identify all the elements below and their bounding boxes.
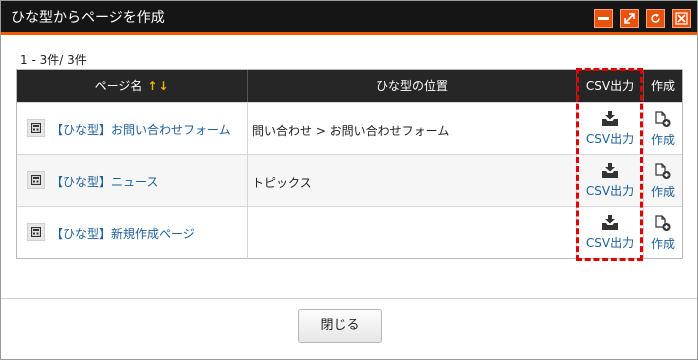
column-header-name[interactable]: ページ名 ↑↓ — [17, 70, 248, 102]
new-page-icon — [655, 215, 671, 231]
maximize-icon — [624, 13, 635, 24]
csv-export-button[interactable]: CSV出力 — [577, 111, 643, 147]
create-page-button[interactable]: 作成 — [644, 215, 682, 252]
csv-export-label: CSV出力 — [585, 132, 635, 146]
table-row: 【ひな型】お問い合わせフォーム 問い合わせ > お問い合わせフォーム CSV出力… — [17, 102, 682, 155]
dialog-title: ひな型からページを作成 — [11, 10, 165, 26]
template-location: トピックス — [252, 176, 312, 190]
dialog-titlebar: ひな型からページを作成 — [1, 1, 697, 35]
table-header: ページ名 ↑↓ ひな型の位置 CSV出力 作成 — [17, 70, 682, 102]
csv-export-label: CSV出力 — [585, 236, 635, 250]
result-count: 1 - 3件/ 3件 — [20, 53, 87, 67]
csv-export-button[interactable]: CSV出力 — [577, 163, 643, 199]
template-name-link[interactable]: 【ひな型】お問い合わせフォーム — [51, 121, 231, 138]
download-tray-icon — [602, 215, 618, 230]
download-tray-icon — [602, 163, 618, 178]
new-page-icon — [655, 163, 671, 179]
page-icon — [27, 223, 45, 241]
table-row: 【ひな型】ニュース トピックス CSV出力 作成 — [17, 154, 682, 207]
csv-export-label: CSV出力 — [585, 184, 635, 198]
refresh-icon — [651, 13, 660, 23]
close-button[interactable]: 閉じる — [298, 309, 382, 343]
template-name-link[interactable]: 【ひな型】新規作成ページ — [51, 225, 195, 242]
template-table: ページ名 ↑↓ ひな型の位置 CSV出力 作成 【ひな型】お問い合わせフォーム 問… — [16, 69, 683, 259]
column-header-create: 作成 — [650, 79, 675, 93]
column-header-name-label: ページ名 — [94, 79, 143, 93]
template-location: 問い合わせ > お問い合わせフォーム — [252, 124, 450, 138]
minimize-button[interactable] — [594, 9, 613, 28]
template-name-link[interactable]: 【ひな型】ニュース — [51, 173, 158, 190]
csv-export-button[interactable]: CSV出力 — [577, 215, 643, 251]
close-icon — [675, 12, 688, 25]
table-row: 【ひな型】新規作成ページ CSV出力 作成 — [17, 206, 682, 259]
new-page-icon — [655, 111, 671, 127]
download-tray-icon — [602, 111, 618, 126]
create-page-label: 作成 — [650, 133, 675, 147]
page-icon — [27, 119, 45, 137]
refresh-button[interactable] — [646, 9, 665, 28]
close-window-button[interactable] — [672, 9, 691, 28]
create-page-label: 作成 — [650, 237, 675, 251]
page-icon — [27, 171, 45, 189]
column-header-location: ひな型の位置 — [248, 70, 577, 102]
minimize-icon — [598, 17, 609, 20]
maximize-button[interactable] — [620, 9, 639, 28]
create-page-button[interactable]: 作成 — [644, 111, 682, 148]
template-page-dialog: ひな型からページを作成 1 - 3件/ 3件 ページ名 ↑↓ ひな型の位置 CSV… — [0, 0, 698, 360]
create-page-button[interactable]: 作成 — [644, 163, 682, 200]
sort-arrows-icon[interactable]: ↑↓ — [147, 79, 169, 93]
footer-divider — [1, 298, 697, 299]
create-page-label: 作成 — [650, 185, 675, 199]
column-header-csv: CSV出力 — [577, 70, 644, 102]
